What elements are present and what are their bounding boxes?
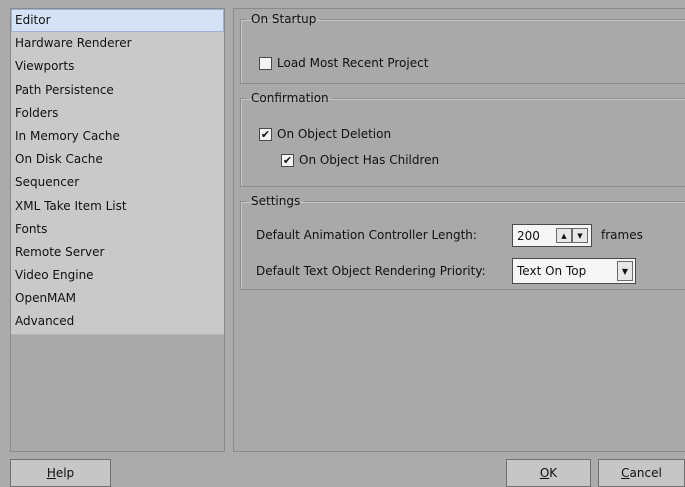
category-item-remote-server[interactable]: Remote Server [11,241,224,264]
anim-length-value[interactable]: 200 [517,229,540,243]
ok-button[interactable]: OK [506,459,591,487]
anim-length-units: frames [601,228,643,242]
category-list-items: Editor Hardware Renderer Viewports Path … [11,9,224,335]
on-startup-group: On Startup Load Most Recent Project [240,12,685,84]
category-item-openmam[interactable]: OpenMAM [11,287,224,310]
category-item-on-disk-cache[interactable]: On Disk Cache [11,148,224,171]
load-recent-project-row[interactable]: Load Most Recent Project [259,56,428,70]
category-item-in-memory-cache[interactable]: In Memory Cache [11,125,224,148]
spin-up-icon[interactable]: ▲ [556,228,572,243]
text-priority-value: Text On Top [517,264,587,278]
anim-length-spinbox[interactable]: 200 ▲ ▼ [512,224,592,247]
category-item-sequencer[interactable]: Sequencer [11,171,224,194]
help-button[interactable]: Help [10,459,111,487]
on-startup-title: On Startup [251,12,317,26]
object-children-row[interactable]: ✔ On Object Has Children [281,153,439,167]
category-item-editor[interactable]: Editor [11,9,224,33]
cancel-mnemonic: C [621,466,630,480]
settings-title: Settings [251,194,301,208]
category-item-path-persistence[interactable]: Path Persistence [11,79,224,102]
ok-label: K [549,466,558,480]
anim-length-spin-buttons: ▲ ▼ [556,228,588,243]
category-item-advanced[interactable]: Advanced [11,310,224,333]
anim-length-label: Default Animation Controller Length: [256,228,477,242]
object-children-checkbox[interactable]: ✔ [281,153,294,167]
ok-mnemonic: O [539,466,550,480]
category-item-folders[interactable]: Folders [11,102,224,125]
category-item-fonts[interactable]: Fonts [11,218,224,241]
category-item-video-engine[interactable]: Video Engine [11,264,224,287]
load-recent-project-checkbox[interactable] [259,56,272,70]
object-deletion-checkbox[interactable]: ✔ [259,127,272,141]
settings-panel: On Startup Load Most Recent Project Conf… [233,8,685,452]
category-item-xml-take-item-list[interactable]: XML Take Item List [11,195,224,218]
spin-down-icon[interactable]: ▼ [572,228,588,243]
chevron-down-icon[interactable]: ▼ [617,261,633,281]
object-deletion-label: On Object Deletion [277,127,392,141]
load-recent-project-label: Load Most Recent Project [277,56,429,70]
text-priority-dropdown[interactable]: Text On Top ▼ [512,258,636,284]
help-mnemonic: H [46,466,56,480]
object-deletion-row[interactable]: ✔ On Object Deletion [259,127,391,141]
cancel-button[interactable]: Cancel [598,459,685,487]
text-priority-label: Default Text Object Rendering Priority: [256,264,486,278]
confirmation-title: Confirmation [251,91,329,105]
settings-group: Settings Default Animation Controller Le… [240,194,685,290]
category-list: Editor Hardware Renderer Viewports Path … [10,8,225,452]
object-children-label: On Object Has Children [299,153,440,167]
cancel-label: ancel [629,466,662,480]
help-label: elp [55,466,75,480]
category-item-hardware-renderer[interactable]: Hardware Renderer [11,32,224,55]
confirmation-group: Confirmation ✔ On Object Deletion ✔ On O… [240,91,685,187]
category-item-viewports[interactable]: Viewports [11,55,224,78]
